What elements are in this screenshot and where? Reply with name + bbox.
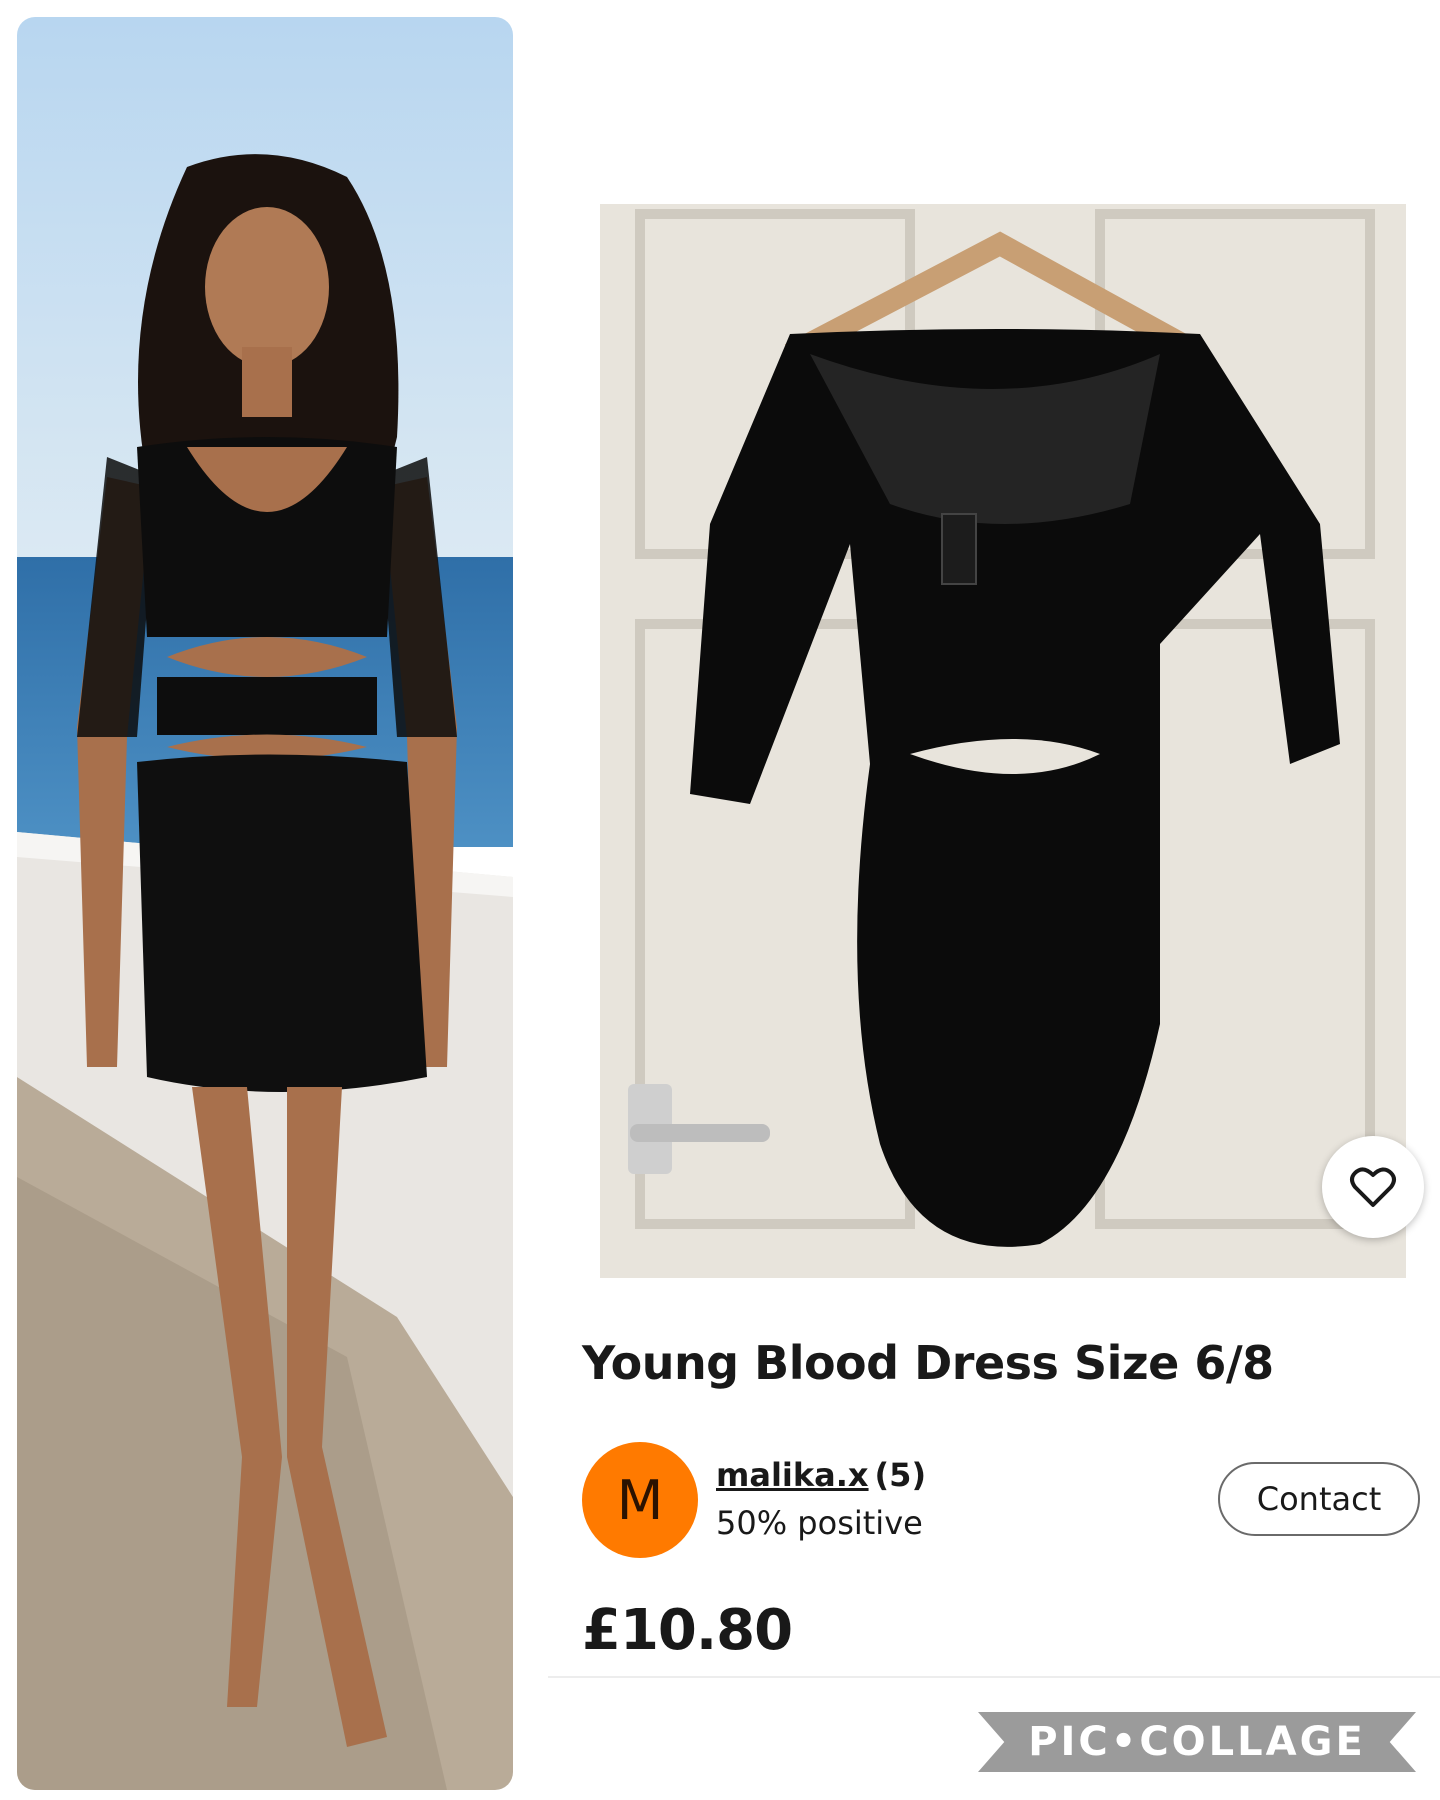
contact-button[interactable]: Contact — [1218, 1462, 1420, 1536]
listing-price: £10.80 — [582, 1598, 793, 1663]
listing-title: Young Blood Dress Size 6/8 — [582, 1336, 1274, 1390]
favorite-button[interactable] — [1322, 1136, 1424, 1238]
seller-feedback: 50% positive — [716, 1504, 923, 1542]
pic-collage-watermark: PIC•COLLAGE — [978, 1712, 1416, 1772]
seller-username-link[interactable]: malika.x — [716, 1456, 869, 1494]
model-photo — [17, 17, 513, 1790]
avatar[interactable]: M — [582, 1442, 698, 1558]
heart-outline-icon — [1350, 1167, 1396, 1207]
seller-info: M malika.x (5) 50% positive Contact — [582, 1442, 1422, 1558]
seller-name-line: malika.x (5) — [716, 1456, 926, 1494]
seller-review-count: (5) — [874, 1456, 927, 1494]
divider — [548, 1676, 1440, 1678]
product-photo[interactable] — [600, 204, 1406, 1278]
